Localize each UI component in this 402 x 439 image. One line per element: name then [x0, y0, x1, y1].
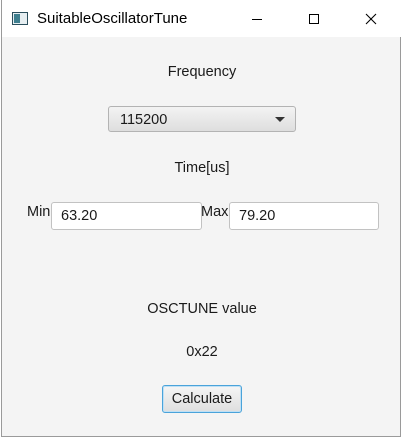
maximize-icon [309, 13, 319, 24]
app-window: SuitableOscillatorTune Frequency 115200 … [1, 0, 402, 437]
window-title: SuitableOscillatorTune [37, 10, 188, 27]
min-time-input[interactable] [51, 202, 202, 230]
calculate-button[interactable]: Calculate [162, 385, 242, 413]
chevron-down-icon [275, 117, 285, 122]
close-icon [365, 13, 377, 24]
osctune-label: OSCTUNE value [147, 301, 257, 317]
maximize-button[interactable] [291, 0, 337, 37]
frequency-select[interactable]: 115200 [108, 106, 296, 132]
content-area: Frequency 115200 Time[us] Min Max OSCTUN… [2, 37, 402, 437]
close-button[interactable] [348, 0, 394, 37]
time-label: Time[us] [174, 160, 230, 176]
min-label: Min [27, 204, 51, 220]
app-window-icon [12, 12, 28, 25]
minimize-icon [252, 18, 262, 20]
frequency-label: Frequency [167, 64, 237, 80]
max-time-input[interactable] [229, 202, 379, 230]
title-bar[interactable]: SuitableOscillatorTune [2, 0, 402, 37]
minimize-button[interactable] [234, 0, 280, 37]
osctune-value: 0x22 [186, 344, 218, 360]
frequency-selected-value: 115200 [120, 112, 168, 128]
max-label: Max [201, 204, 229, 220]
